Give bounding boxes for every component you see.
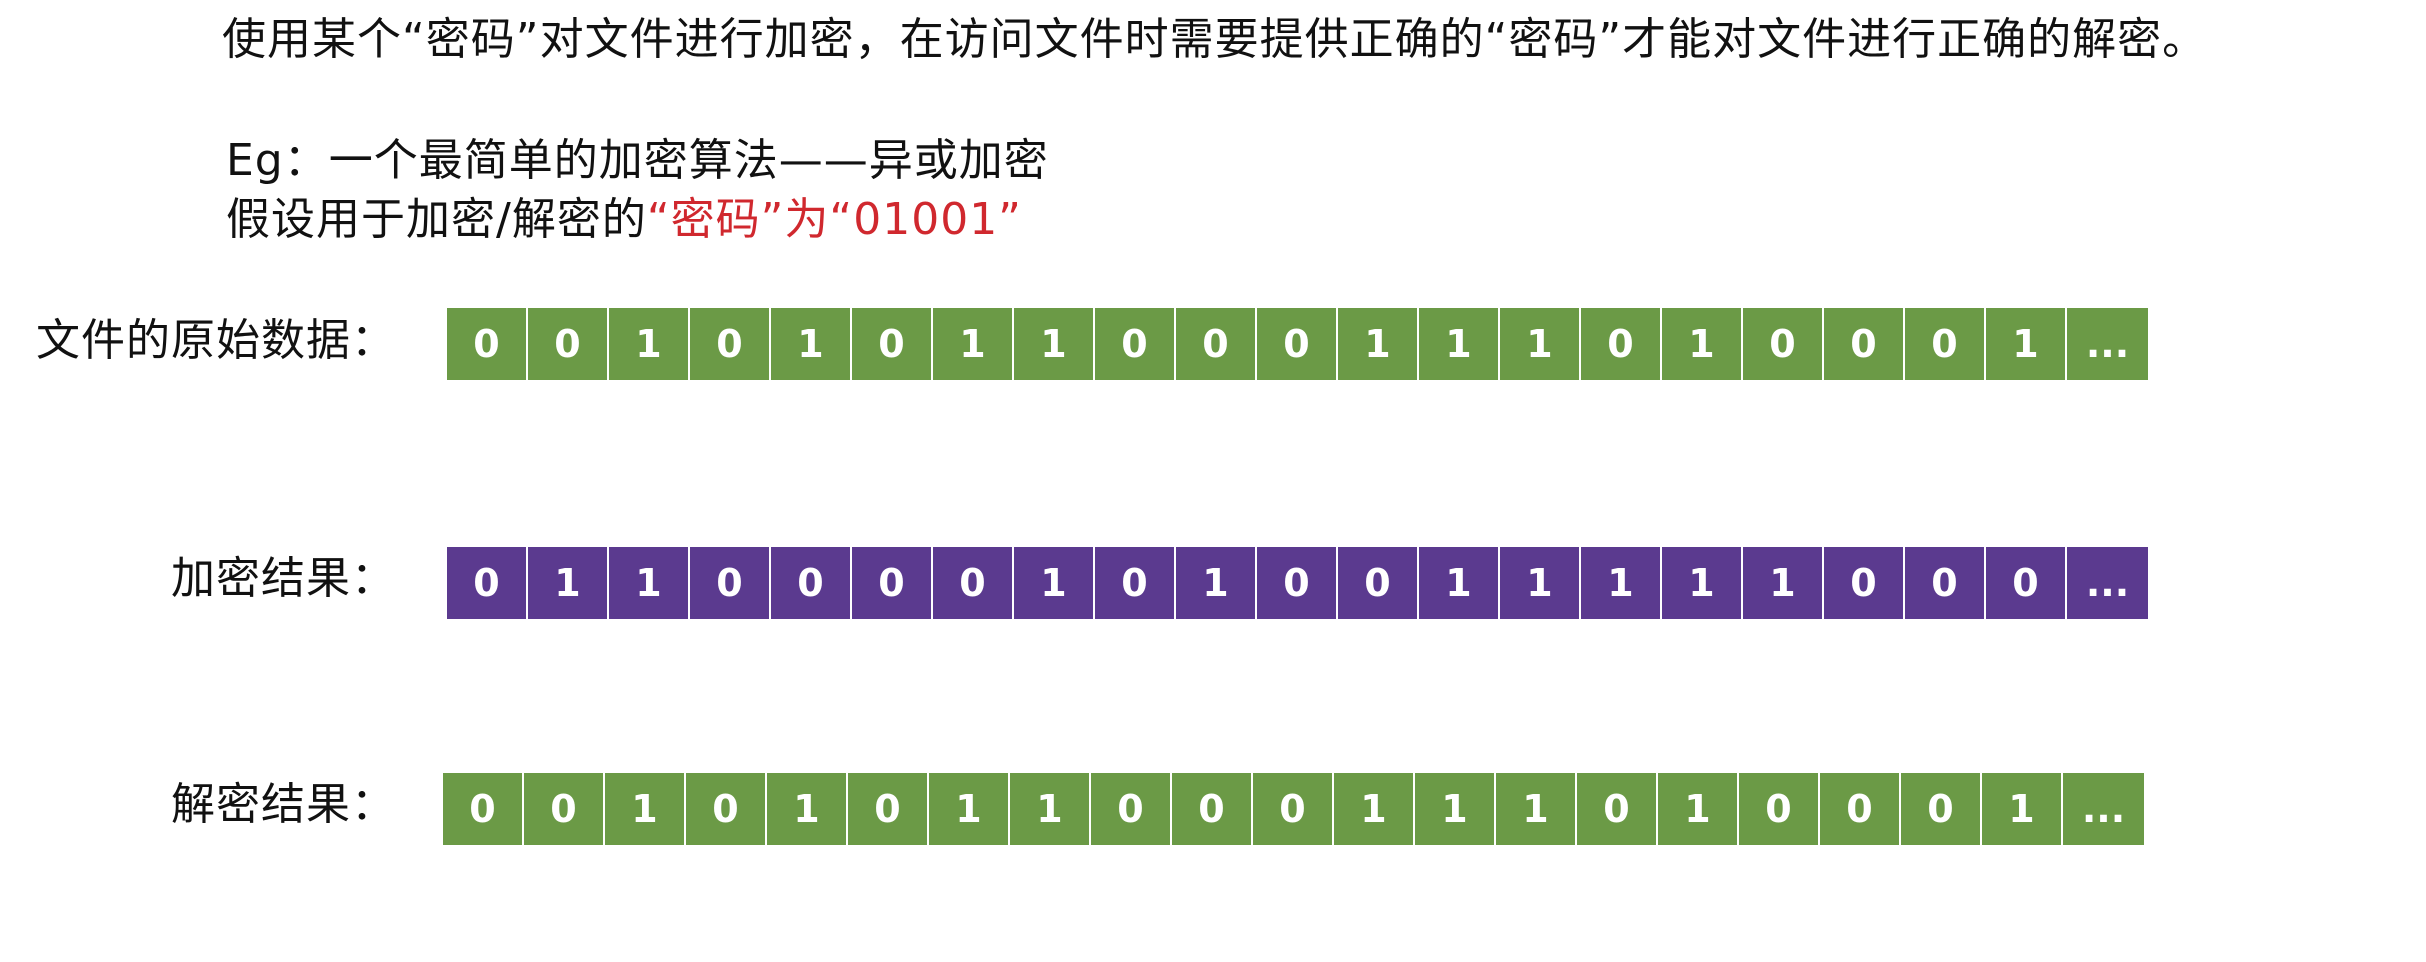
original-bit-cell: 0 xyxy=(1743,308,1824,380)
encrypted-bit-cell: 0 xyxy=(1257,547,1338,619)
encrypted-bit-cell: 1 xyxy=(528,547,609,619)
decrypted-bit-cell: 0 xyxy=(848,773,929,845)
decrypted-bit-cell: 0 xyxy=(1253,773,1334,845)
original-bit-cell: 1 xyxy=(933,308,1014,380)
original-bit-cell: 0 xyxy=(1581,308,1662,380)
encrypted-bit-cell: 0 xyxy=(1905,547,1986,619)
original-bit-cell: 0 xyxy=(528,308,609,380)
encrypted-bit-cell: 0 xyxy=(447,547,528,619)
encrypted-bit-cell: 0 xyxy=(1986,547,2067,619)
original-data-label: 文件的原始数据： xyxy=(36,315,396,366)
decrypted-bit-cell: 0 xyxy=(1739,773,1820,845)
encrypted-bit-cell: 1 xyxy=(1176,547,1257,619)
decrypted-bit-cell: 0 xyxy=(524,773,605,845)
original-bit-cell: 1 xyxy=(1419,308,1500,380)
encrypted-bit-cell: 1 xyxy=(1419,547,1500,619)
original-bit-cell: 0 xyxy=(690,308,771,380)
decrypted-bit-cell: 1 xyxy=(1982,773,2063,845)
encrypted-bit-cell: 1 xyxy=(1662,547,1743,619)
decrypted-bit-cell: 0 xyxy=(1172,773,1253,845)
decrypted-result-label: 解密结果： xyxy=(171,779,396,830)
encrypted-bit-cell: 0 xyxy=(1824,547,1905,619)
decrypted-bit-cell: 0 xyxy=(1091,773,1172,845)
encrypted-bit-cell: 0 xyxy=(690,547,771,619)
encrypted-bit-cell: 1 xyxy=(1014,547,1095,619)
original-bit-cell: 0 xyxy=(1176,308,1257,380)
original-bit-cell: 0 xyxy=(1824,308,1905,380)
example-title: Eg：一个最简单的加密算法——异或加密 xyxy=(226,135,1049,186)
encrypted-bit-cell: 1 xyxy=(1581,547,1662,619)
decrypted-bit-cell: 1 xyxy=(1658,773,1739,845)
original-bit-cell: 1 xyxy=(1986,308,2067,380)
decrypted-bit-cell: 0 xyxy=(1577,773,1658,845)
encrypted-bit-cell: ... xyxy=(2067,547,2148,619)
decrypted-bit-cell: ... xyxy=(2063,773,2144,845)
encrypted-result-label: 加密结果： xyxy=(171,553,396,604)
encrypted-bit-cell: 0 xyxy=(1338,547,1419,619)
original-bit-cell: 0 xyxy=(1095,308,1176,380)
original-bit-cell: 1 xyxy=(1338,308,1419,380)
encrypted-bit-cell: 0 xyxy=(771,547,852,619)
encrypted-bit-cell: 1 xyxy=(1500,547,1581,619)
encrypted-bit-cell: 1 xyxy=(1743,547,1824,619)
key-statement: 假设用于加密/解密的“密码”为“01001” xyxy=(226,192,1022,248)
decrypted-bit-cell: 1 xyxy=(929,773,1010,845)
original-bit-cell: 0 xyxy=(1257,308,1338,380)
key-statement-prefix: 假设用于加密/解密的 xyxy=(226,194,647,245)
intro-text: 使用某个“密码”对文件进行加密，在访问文件时需要提供正确的“密码”才能对文件进行… xyxy=(222,14,2208,65)
decrypted-bit-cell: 1 xyxy=(605,773,686,845)
key-value: “密码”为“01001” xyxy=(646,194,1022,245)
decrypted-bit-cell: 1 xyxy=(1334,773,1415,845)
original-bit-cell: 1 xyxy=(771,308,852,380)
original-bit-cell: 0 xyxy=(447,308,528,380)
original-bit-cell: 0 xyxy=(1905,308,1986,380)
decrypted-bit-cell: 1 xyxy=(1415,773,1496,845)
decrypted-bit-cell: 0 xyxy=(1820,773,1901,845)
decrypted-bit-cell: 0 xyxy=(443,773,524,845)
decrypted-bit-cell: 1 xyxy=(1496,773,1577,845)
original-bit-cell: 1 xyxy=(1662,308,1743,380)
original-bit-cell: 1 xyxy=(1014,308,1095,380)
decrypted-bit-cell: 0 xyxy=(686,773,767,845)
encrypted-bits-strip: 0 1 1 0 0 0 0 1 0 1 0 0 1 1 1 1 1 0 0 0... xyxy=(445,545,2150,619)
original-bit-cell: 1 xyxy=(609,308,690,380)
original-bit-cell: 0 xyxy=(852,308,933,380)
decrypted-bit-cell: 1 xyxy=(767,773,848,845)
encrypted-bit-cell: 0 xyxy=(1095,547,1176,619)
encrypted-bit-cell: 0 xyxy=(933,547,1014,619)
original-bits-strip: 0 0 1 0 1 0 1 1 0 0 0 1 1 1 0 1 0 0 0 1... xyxy=(445,306,2150,380)
decrypted-bit-cell: 1 xyxy=(1010,773,1091,845)
encrypted-bit-cell: 1 xyxy=(609,547,690,619)
original-bit-cell: 1 xyxy=(1500,308,1581,380)
original-bit-cell: ... xyxy=(2067,308,2148,380)
encrypted-bit-cell: 0 xyxy=(852,547,933,619)
decrypted-bits-strip: 0 0 1 0 1 0 1 1 0 0 0 1 1 1 0 1 0 0 0 1... xyxy=(441,771,2146,845)
decrypted-bit-cell: 0 xyxy=(1901,773,1982,845)
